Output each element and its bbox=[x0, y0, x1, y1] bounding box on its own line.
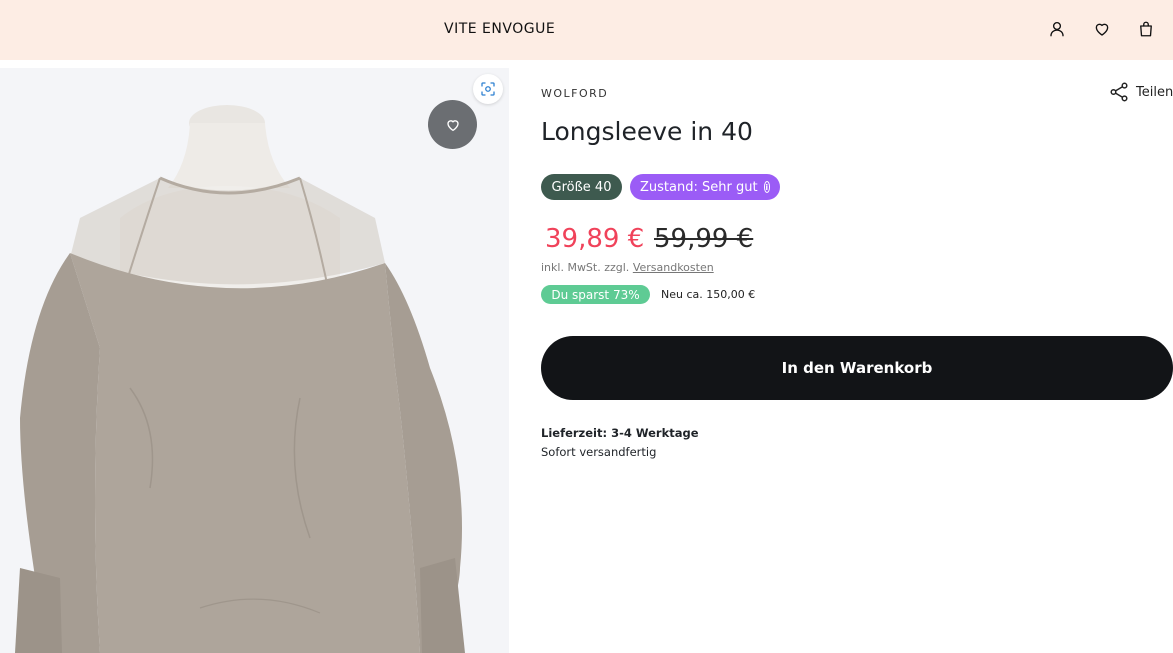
info-icon[interactable]: i bbox=[763, 181, 770, 193]
wishlist-heart-icon[interactable] bbox=[1091, 18, 1113, 40]
site-header: VITE ENVOGUE bbox=[0, 0, 1173, 60]
delivery-time: Lieferzeit: 3-4 Werktage bbox=[541, 426, 699, 440]
tax-note: inkl. MwSt. zzgl. Versandkosten bbox=[541, 261, 714, 274]
product-brand[interactable]: WOLFORD bbox=[541, 87, 608, 100]
size-badge-label: Größe 40 bbox=[551, 179, 612, 195]
current-price: 39,89 € bbox=[545, 224, 645, 254]
zoom-icon[interactable] bbox=[473, 74, 503, 104]
account-icon[interactable] bbox=[1046, 18, 1068, 40]
original-price: 59,99 € bbox=[654, 224, 754, 254]
savings-badge: Du sparst 73% bbox=[541, 285, 650, 304]
share-button[interactable]: Teilen bbox=[1108, 81, 1173, 103]
share-label: Teilen bbox=[1136, 84, 1173, 100]
product-image-gallery[interactable] bbox=[0, 68, 509, 653]
product-image[interactable] bbox=[0, 68, 509, 653]
shipping-costs-link[interactable]: Versandkosten bbox=[633, 261, 714, 274]
condition-badge[interactable]: Zustand: Sehr gut i bbox=[630, 174, 780, 200]
add-to-cart-button[interactable]: In den Warenkorb bbox=[541, 336, 1173, 400]
size-badge: Größe 40 bbox=[541, 174, 622, 200]
site-logo[interactable]: VITE ENVOGUE bbox=[444, 21, 555, 37]
tax-text: inkl. MwSt. zzgl. bbox=[541, 261, 630, 274]
shopping-bag-icon[interactable] bbox=[1135, 18, 1157, 40]
delivery-status: Sofort versandfertig bbox=[541, 445, 657, 459]
condition-badge-label: Zustand: Sehr gut bbox=[640, 179, 758, 195]
share-icon bbox=[1110, 82, 1128, 102]
product-title: Longsleeve in 40 bbox=[541, 117, 753, 146]
new-price-reference: Neu ca. 150,00 € bbox=[661, 288, 756, 301]
wishlist-heart-button[interactable] bbox=[428, 100, 477, 149]
